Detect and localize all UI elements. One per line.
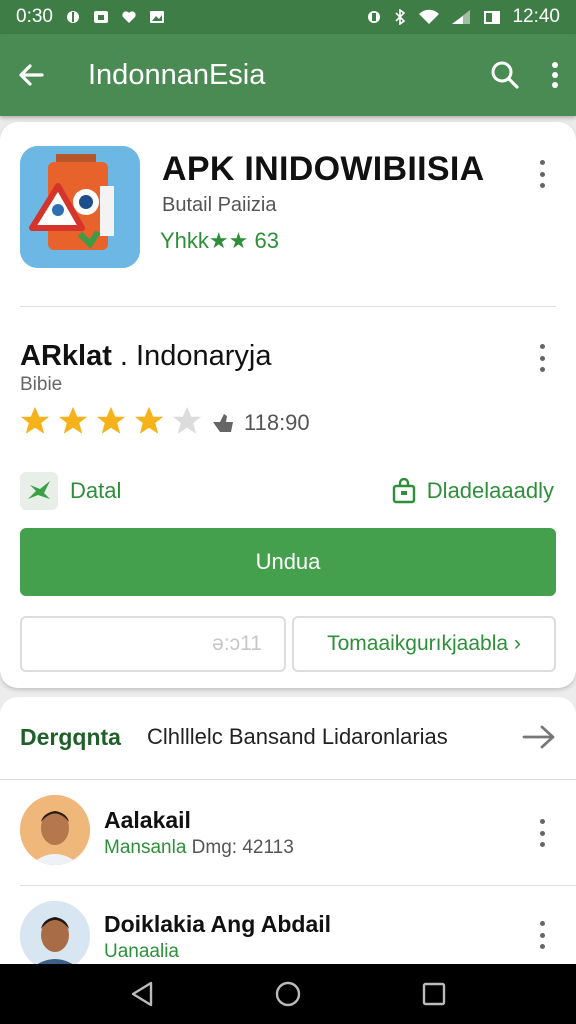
developer-name[interactable]: Butail Paiizia <box>162 194 277 217</box>
reviewer-name: Aalakail <box>104 807 191 833</box>
reviews-card: Dergqnta Clhlllelc Bansand Lidaronlarias… <box>0 697 576 977</box>
divider <box>0 779 576 780</box>
review-count: 118:90 <box>210 410 310 436</box>
recents-nav-icon[interactable] <box>421 981 447 1007</box>
star-icon <box>134 406 164 434</box>
arrow-left-icon[interactable] <box>16 60 46 90</box>
app-category: Bibie <box>20 374 63 395</box>
reviewer-name: Doiklakia Ang Abdail <box>104 911 332 937</box>
photo-icon <box>93 11 108 23</box>
review-meta: Mansanla Dmg: 42113 <box>104 837 294 859</box>
data-icon <box>20 472 58 510</box>
data-badge[interactable]: Datal <box>20 472 121 510</box>
star-icon <box>58 406 88 434</box>
install-button[interactable]: Undua <box>20 528 556 596</box>
download-badge[interactable]: Dladelaaadly <box>391 478 554 504</box>
search-icon[interactable] <box>490 60 520 90</box>
section-description: Clhlllelc Bansand Lidaronlarias <box>146 724 448 749</box>
arrow-right-icon[interactable] <box>522 724 556 750</box>
status-time-left: 0:30 <box>16 6 53 27</box>
divider <box>20 306 556 307</box>
review-more-icon[interactable] <box>536 921 548 949</box>
more-vert-icon[interactable] <box>550 60 560 90</box>
divider <box>20 885 576 886</box>
app-bar-title: IndonnanEsia <box>88 58 266 91</box>
app-subtitle-rest: . Indonaryja <box>119 340 272 372</box>
review-meta-gray: Dmg: 42113 <box>191 837 294 858</box>
status-bar: 0:30 12:40 <box>0 0 576 34</box>
vibrate-icon <box>368 11 381 23</box>
heart-icon <box>122 11 136 23</box>
avatar <box>20 795 90 865</box>
data-badge-label: Datal <box>70 478 122 503</box>
secondary-right-button[interactable]: Tomaaikgurıkjaabla › <box>292 616 556 672</box>
app-subtitle: ARklat . Indonaryja <box>20 340 271 373</box>
download-badge-label: Dladelaaadly <box>426 478 554 503</box>
thumb-icon <box>213 414 233 432</box>
review-meta: Uanaalia <box>104 941 179 963</box>
star-rating <box>18 404 204 438</box>
avatar <box>20 901 90 971</box>
review-item[interactable]: Aalakail Mansanla Dmg: 42113 <box>0 785 576 889</box>
image-icon <box>149 11 164 23</box>
app-logo-graphic <box>20 146 140 268</box>
battery-icon <box>484 11 501 24</box>
wifi-icon <box>419 9 440 24</box>
bag-icon <box>392 478 415 504</box>
star-empty-icon <box>172 406 202 434</box>
app-detail-card: APK INIDOWIBIISIA Butail Paiizia Yhkk★★ … <box>0 122 576 688</box>
home-nav-icon[interactable] <box>274 980 302 1008</box>
section-label: Dergqnta <box>20 723 121 750</box>
subtitle-more-icon[interactable] <box>536 344 548 372</box>
app-icon[interactable] <box>20 146 140 268</box>
review-meta-green: Uanaalia <box>104 941 179 962</box>
section-header[interactable]: Dergqnta Clhlllelc Bansand Lidaronlarias <box>0 697 576 777</box>
bluetooth-icon <box>395 9 406 25</box>
review-count-value: 118:90 <box>244 410 310 435</box>
back-nav-icon[interactable] <box>129 980 155 1008</box>
star-icon <box>20 406 50 434</box>
secondary-left-button[interactable]: ǝ:ɔ11 <box>20 616 286 672</box>
review-meta-green: Mansanla <box>104 837 187 858</box>
rating-summary: Yhkk★★ 63 <box>160 228 279 253</box>
notification-icon <box>66 11 79 23</box>
app-bar: IndonnanEsia <box>0 34 576 116</box>
star-icon <box>96 406 126 434</box>
app-subtitle-bold: ARklat <box>20 340 112 372</box>
signal-icon <box>452 10 471 24</box>
app-name: APK INIDOWIBIISIA <box>162 150 485 188</box>
app-more-icon[interactable] <box>536 160 548 188</box>
status-time-right: 12:40 <box>512 6 560 27</box>
system-nav-bar <box>0 964 576 1024</box>
review-more-icon[interactable] <box>536 819 548 847</box>
